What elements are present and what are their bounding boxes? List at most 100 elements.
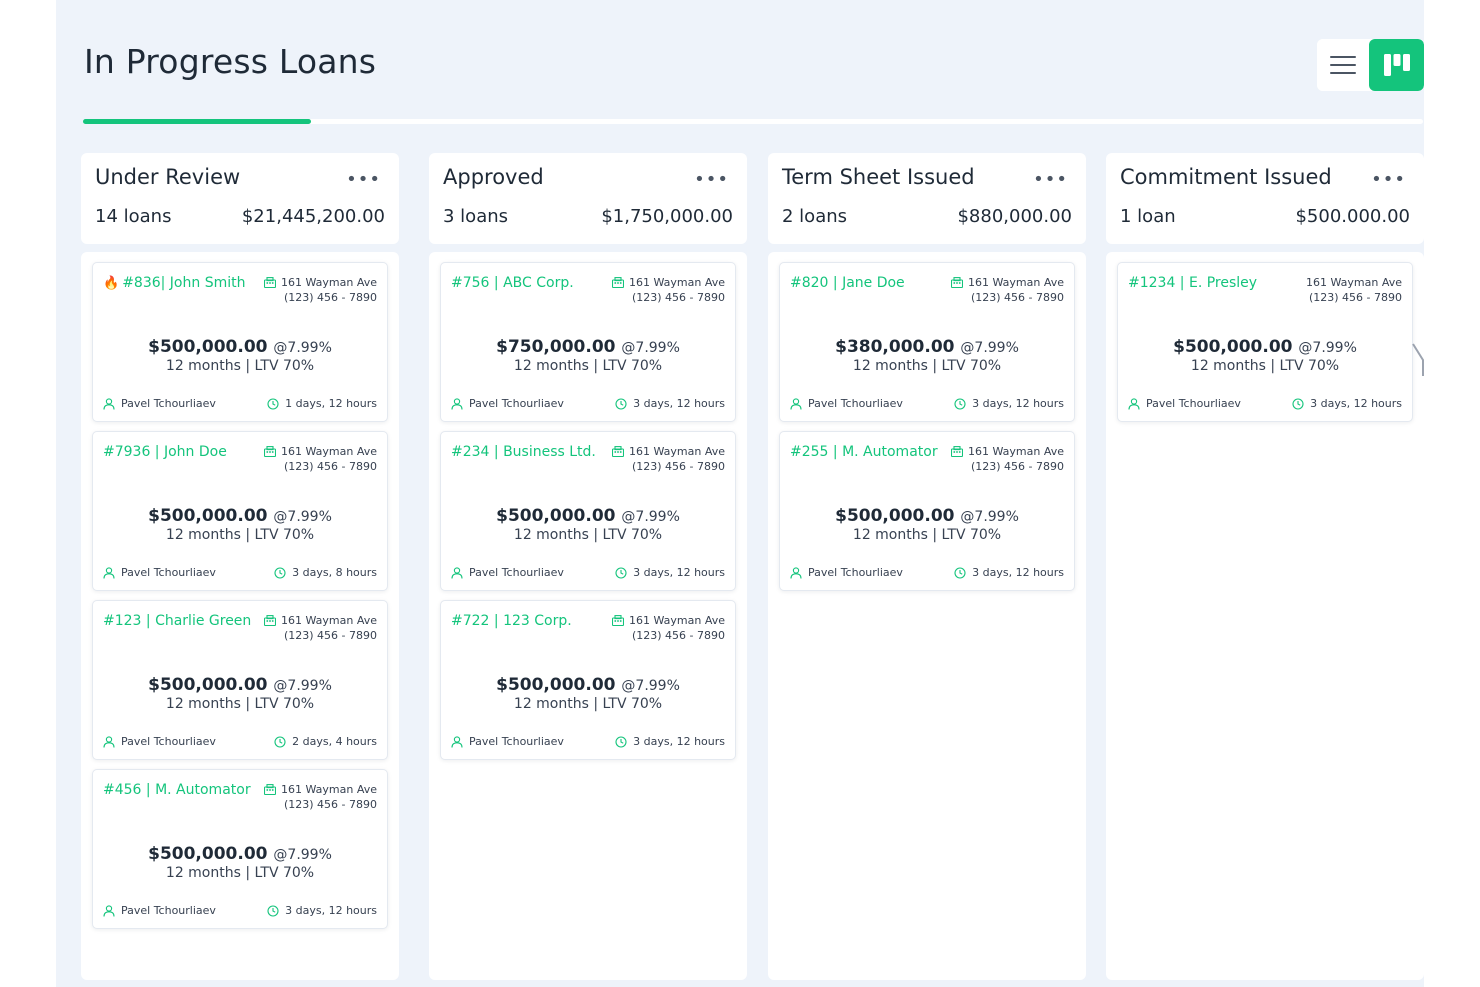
loan-card[interactable]: #255 | M. Automator 161 Wayman Ave (123)…: [779, 431, 1075, 591]
phone-line: (123) 456 - 7890: [283, 629, 377, 642]
building-icon: [264, 446, 276, 457]
loan-amount: $500,000.00: [835, 506, 955, 526]
list-view-button[interactable]: [1317, 39, 1369, 91]
loan-terms: 12 months | LTV 70%: [513, 358, 663, 374]
loan-amount: $380,000.00: [835, 337, 955, 357]
loan-title-link[interactable]: #1234 | E. Presley: [1128, 275, 1257, 291]
phone-line: (123) 456 - 7890: [631, 629, 725, 642]
loan-terms: 12 months | LTV 70%: [165, 865, 315, 881]
user-icon: [103, 566, 115, 579]
loan-title-link[interactable]: #123 | Charlie Green: [103, 613, 251, 629]
loan-rate: @7.99%: [273, 509, 332, 525]
loan-title: #255 | M. Automator: [790, 444, 938, 460]
column-loan-count: 1 loan: [1120, 206, 1176, 227]
loan-time: 3 days, 12 hours: [972, 397, 1064, 410]
user-icon: [103, 397, 115, 410]
loan-title-link[interactable]: #456 | M. Automator: [103, 782, 251, 798]
loan-agent: Pavel Tchourliaev: [469, 566, 564, 579]
more-options-icon[interactable]: •••: [346, 169, 381, 190]
building-icon: [951, 446, 963, 457]
building-icon: [612, 615, 624, 626]
loan-rate: @7.99%: [960, 509, 1019, 525]
user-icon: [451, 397, 463, 410]
loan-amount: $500,000.00: [496, 506, 616, 526]
column-title: Approved: [443, 165, 544, 189]
address-line: 161 Wayman Ave: [281, 276, 377, 289]
loan-title-link[interactable]: #722 | 123 Corp.: [451, 613, 572, 629]
loan-title: #456 | M. Automator: [103, 782, 251, 798]
building-icon: [612, 277, 624, 288]
loan-card[interactable]: #234 | Business Ltd. 161 Wayman Ave (123…: [440, 431, 736, 591]
loan-card[interactable]: 🔥 #836| John Smith 161 Wayman Ave (123) …: [92, 262, 388, 422]
phone-line: (123) 456 - 7890: [631, 291, 725, 304]
board-view-button[interactable]: [1369, 39, 1424, 91]
column-cards: #820 | Jane Doe 161 Wayman Ave (123) 456…: [768, 252, 1086, 980]
loan-terms: 12 months | LTV 70%: [165, 358, 315, 374]
loan-time: 3 days, 12 hours: [972, 566, 1064, 579]
loan-title-link[interactable]: #820 | Jane Doe: [790, 275, 905, 291]
loan-rate: @7.99%: [273, 847, 332, 863]
clock-icon: [954, 397, 966, 410]
column-loan-count: 14 loans: [95, 206, 172, 227]
loan-amount: $500,000.00: [148, 675, 268, 695]
loan-card[interactable]: #7936 | John Doe 161 Wayman Ave (123) 45…: [92, 431, 388, 591]
loan-card[interactable]: #123 | Charlie Green 161 Wayman Ave (123…: [92, 600, 388, 760]
phone-line: (123) 456 - 7890: [283, 798, 377, 811]
loan-rate: @7.99%: [621, 509, 680, 525]
loan-agent: Pavel Tchourliaev: [808, 566, 903, 579]
loan-title-link[interactable]: 🔥 #836| John Smith: [103, 275, 245, 291]
loan-agent: Pavel Tchourliaev: [121, 566, 216, 579]
column-title: Under Review: [95, 165, 241, 189]
address-line: 161 Wayman Ave: [968, 445, 1064, 458]
address-line: 161 Wayman Ave: [629, 614, 725, 627]
loan-time: 3 days, 8 hours: [292, 566, 377, 579]
loan-title-link[interactable]: #234 | Business Ltd.: [451, 444, 596, 460]
scroll-right-hint-icon[interactable]: [1411, 340, 1424, 380]
loan-time: 3 days, 12 hours: [633, 566, 725, 579]
column-loan-count: 3 loans: [443, 206, 509, 227]
more-options-icon[interactable]: •••: [1371, 169, 1406, 190]
loan-title-link[interactable]: #7936 | John Doe: [103, 444, 227, 460]
column-term-sheet-issued: Term Sheet Issued ••• 2 loans $880,000.0…: [768, 153, 1086, 980]
more-options-icon[interactable]: •••: [1033, 169, 1068, 190]
loan-amount: $500,000.00: [148, 506, 268, 526]
column-approved: Approved ••• 3 loans $1,750,000.00 #756 …: [429, 153, 747, 980]
loan-title-link[interactable]: #255 | M. Automator: [790, 444, 938, 460]
user-icon: [451, 735, 463, 748]
column-header: Approved ••• 3 loans $1,750,000.00: [429, 153, 747, 244]
address-line: 161 Wayman Ave: [1306, 276, 1402, 289]
loan-time: 3 days, 12 hours: [633, 397, 725, 410]
loan-address: 161 Wayman Ave (123) 456 - 7890: [951, 275, 1064, 305]
user-icon: [451, 566, 463, 579]
user-icon: [103, 735, 115, 748]
more-options-icon[interactable]: •••: [694, 169, 729, 190]
loan-terms: 12 months | LTV 70%: [513, 696, 663, 712]
loan-rate: @7.99%: [960, 340, 1019, 356]
loan-rate: @7.99%: [621, 340, 680, 356]
board-icon: [1383, 54, 1410, 76]
column-title: Commitment Issued: [1120, 165, 1332, 189]
loan-title: #756 | ABC Corp.: [451, 275, 574, 291]
column-header: Commitment Issued ••• 1 loan $500.000.00: [1106, 153, 1424, 244]
clock-icon: [274, 566, 286, 579]
loan-rate: @7.99%: [273, 340, 332, 356]
loan-card[interactable]: #1234 | E. Presley 161 Wayman Ave (123) …: [1117, 262, 1413, 422]
loan-title: #234 | Business Ltd.: [451, 444, 596, 460]
loan-time: 3 days, 12 hours: [1310, 397, 1402, 410]
clock-icon: [267, 904, 279, 917]
user-icon: [103, 904, 115, 917]
loan-card[interactable]: #820 | Jane Doe 161 Wayman Ave (123) 456…: [779, 262, 1075, 422]
loan-terms: 12 months | LTV 70%: [165, 696, 315, 712]
loan-time: 3 days, 12 hours: [285, 904, 377, 917]
column-total: $880,000.00: [957, 206, 1072, 227]
loan-card[interactable]: #756 | ABC Corp. 161 Wayman Ave (123) 45…: [440, 262, 736, 422]
loan-card[interactable]: #722 | 123 Corp. 161 Wayman Ave (123) 45…: [440, 600, 736, 760]
column-header: Term Sheet Issued ••• 2 loans $880,000.0…: [768, 153, 1086, 244]
loan-address: 161 Wayman Ave (123) 456 - 7890: [264, 275, 377, 305]
fire-icon: 🔥: [103, 275, 120, 291]
clock-icon: [954, 566, 966, 579]
phone-line: (123) 456 - 7890: [283, 460, 377, 473]
view-toggle: [1317, 39, 1424, 91]
loan-title-link[interactable]: #756 | ABC Corp.: [451, 275, 574, 291]
loan-card[interactable]: #456 | M. Automator 161 Wayman Ave (123)…: [92, 769, 388, 929]
